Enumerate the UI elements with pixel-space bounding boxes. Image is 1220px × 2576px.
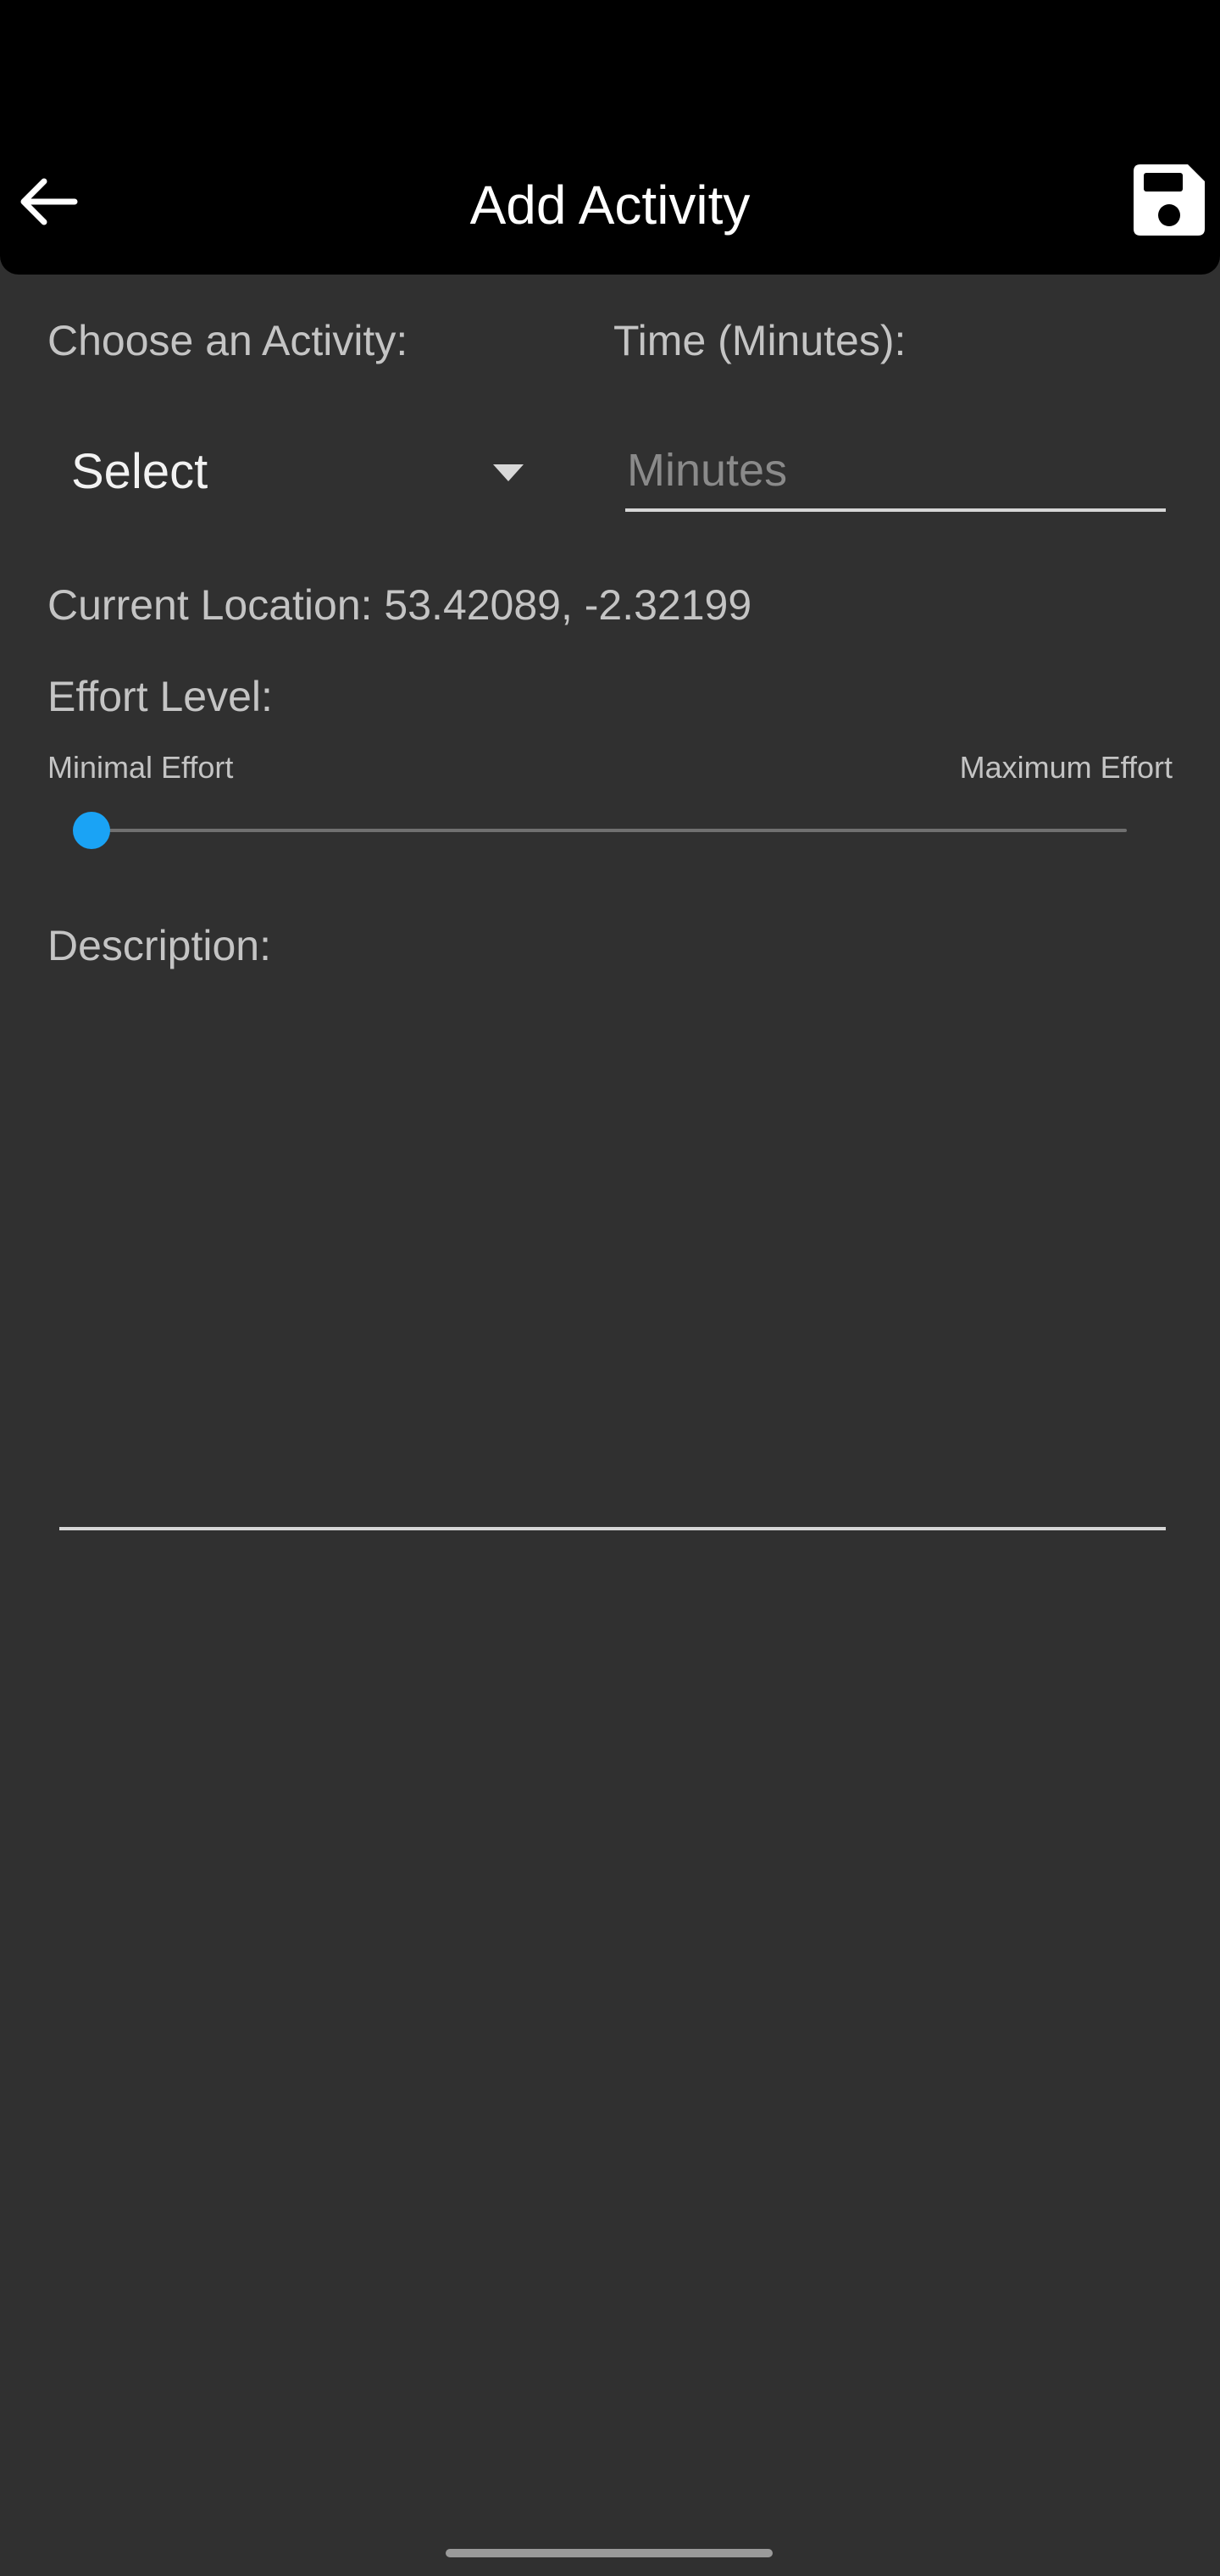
effort-min-label: Minimal Effort xyxy=(47,750,234,785)
back-button[interactable] xyxy=(12,166,83,237)
time-label: Time (Minutes): xyxy=(613,317,907,364)
arrow-back-icon xyxy=(20,178,78,225)
effort-slider-track xyxy=(92,829,1127,832)
effort-slider-thumb[interactable] xyxy=(73,812,110,849)
effort-slider[interactable] xyxy=(68,810,1137,851)
gesture-navigation-bar[interactable] xyxy=(446,2549,773,2557)
description-label: Description: xyxy=(47,922,271,969)
dropdown-triangle-icon xyxy=(493,464,524,481)
app-bar: Add Activity xyxy=(0,0,1220,275)
save-button[interactable] xyxy=(1132,163,1206,237)
minutes-input[interactable] xyxy=(625,432,1166,512)
description-input[interactable] xyxy=(59,991,1166,1530)
page-title: Add Activity xyxy=(469,175,751,236)
floppy-disk-icon xyxy=(1134,164,1205,236)
activity-label: Choose an Activity: xyxy=(47,317,408,364)
activity-spinner-value: Select xyxy=(71,443,208,499)
current-location-text: Current Location: 53.42089, -2.32199 xyxy=(47,581,752,629)
effort-level-label: Effort Level: xyxy=(47,673,273,720)
activity-spinner[interactable]: Select xyxy=(47,437,539,505)
effort-max-label: Maximum Effort xyxy=(959,750,1173,785)
